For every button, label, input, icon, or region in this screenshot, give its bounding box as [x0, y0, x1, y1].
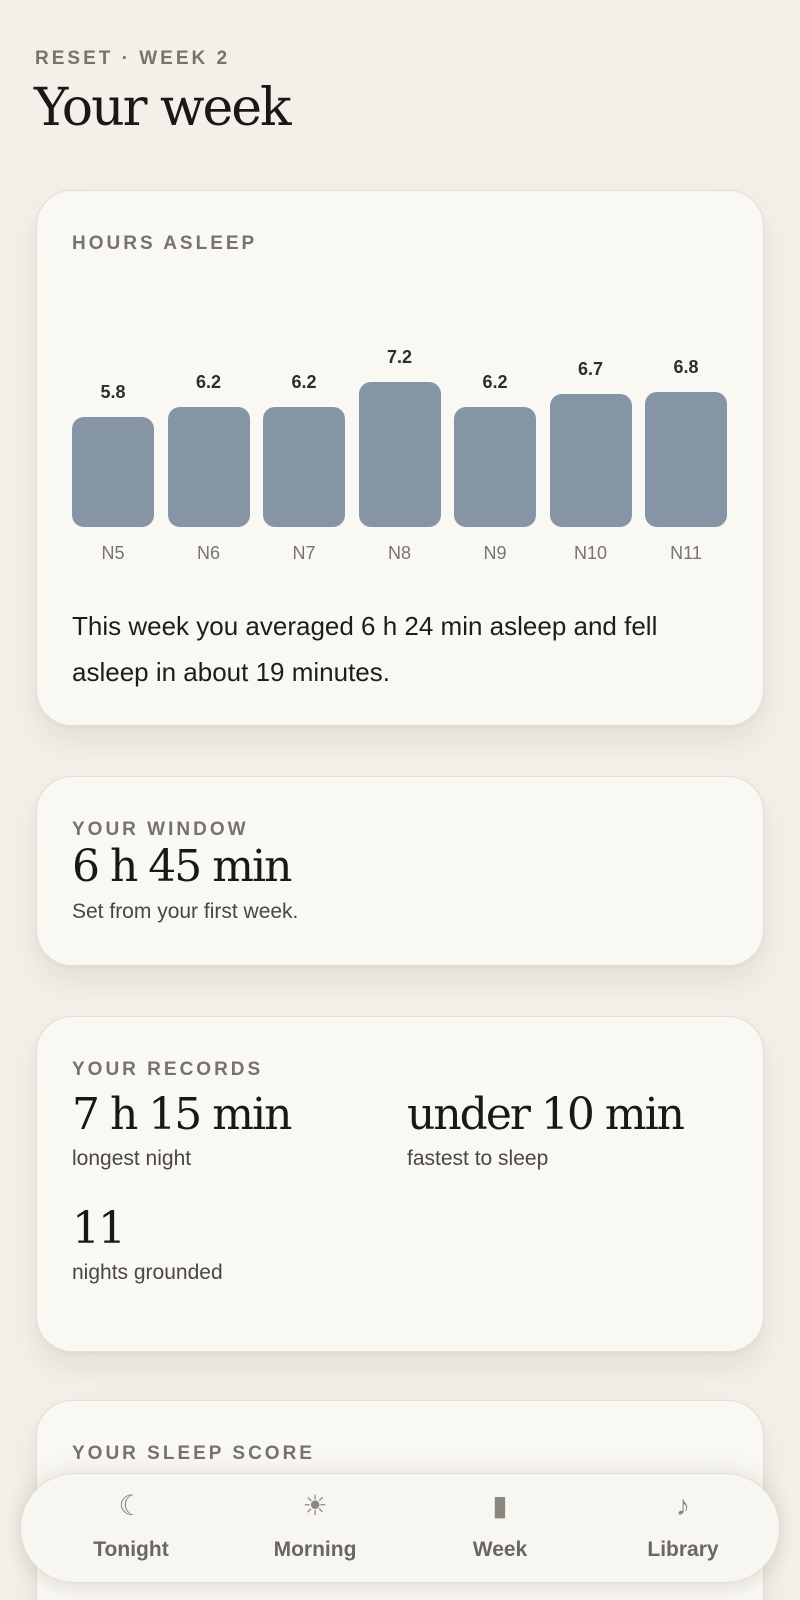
chart-value-label-n6: 6.2: [195, 372, 222, 393]
records-card: YOUR RECORDS 7 h 15 min longest night un…: [36, 1016, 764, 1352]
chart-tick-label-n8: N8: [387, 543, 411, 563]
nav-morning[interactable]: ☀ Morning: [223, 1474, 407, 1584]
hours-asleep-card: HOURS ASLEEP 5.8 N5 6.2 N6 6.2 N7 7.2 N8 6.2 N9 6.…: [36, 190, 764, 726]
nav-week-label: Week: [472, 1538, 528, 1561]
chart-value-label-n7: 6.2: [291, 372, 317, 393]
chart-tick-label-n5: N5: [101, 543, 125, 563]
nav-library[interactable]: ♪ Library: [591, 1474, 775, 1584]
chart-bar-n6: [167, 407, 250, 527]
page-title: Your week: [34, 78, 292, 138]
chart-value-label-n10: 6.7: [577, 359, 604, 380]
music-note-icon: ♪: [676, 1490, 690, 1521]
sleep-score-label: YOUR SLEEP SCORE: [72, 1443, 315, 1464]
nav-morning-label: Morning: [273, 1538, 357, 1561]
bottom-nav: ☾ Tonight ☀ Morning ▮ Week ♪ Library: [20, 1473, 780, 1583]
chart-bar-n9: [454, 407, 536, 527]
nav-library-label: Library: [647, 1538, 719, 1561]
week-screen: RESET · WEEK 2 Your week HOURS ASLEEP 5.…: [0, 0, 800, 1600]
chart-value-label-n5: 5.8: [100, 382, 126, 403]
chart-bar-n11: [645, 391, 727, 527]
sun-icon: ☀: [302, 1490, 328, 1521]
program-eyebrow: RESET · WEEK 2: [35, 48, 231, 69]
chart-bar-n7: [263, 407, 345, 527]
chart-tick-label-n9: N9: [483, 543, 507, 563]
nav-week[interactable]: ▮ Week: [408, 1474, 592, 1584]
chart-tick-label-n10: N10: [573, 543, 608, 563]
week-summary: This week you averaged 6 h 24 min asleep…: [72, 611, 658, 687]
hours-asleep-chart: 5.8 N5 6.2 N6 6.2 N7 7.2 N8 6.2 N9 6.7 N10 6.8 N11: [37, 191, 765, 591]
nav-tonight[interactable]: ☾ Tonight: [39, 1474, 223, 1584]
sleep-window-card: YOUR WINDOW 6 h 45 min Set from your fir…: [36, 776, 764, 966]
records-label: YOUR RECORDS: [72, 1059, 264, 1080]
chart-tick-label-n11: N11: [670, 543, 702, 563]
nav-tonight-label: Tonight: [93, 1538, 169, 1561]
record-fastest-sleep-caption: fastest to sleep: [407, 1147, 549, 1170]
chart-value-label-n9: 6.2: [482, 372, 508, 393]
record-nights-grounded-value: 11: [72, 1203, 126, 1254]
chart-bar-n10: [549, 394, 632, 527]
bar-icon: ▮: [492, 1490, 508, 1521]
record-longest-night-caption: longest night: [72, 1147, 192, 1170]
chart-value-label-n8: 7.2: [386, 346, 413, 367]
chart-tick-label-n7: N7: [292, 543, 316, 563]
record-nights-grounded-caption: nights grounded: [72, 1261, 223, 1284]
chart-bar-n5: [72, 417, 154, 527]
chart-value-label-n11: 6.8: [673, 356, 699, 377]
record-fastest-sleep-value: under 10 min: [407, 1089, 685, 1140]
chart-tick-label-n6: N6: [196, 543, 220, 563]
record-longest-night-value: 7 h 15 min: [72, 1089, 292, 1140]
chart-bar-n8: [358, 381, 441, 527]
sleep-window-value: 6 h 45 min: [72, 841, 292, 892]
sleep-window-label: YOUR WINDOW: [72, 819, 249, 840]
moon-icon: ☾: [118, 1490, 144, 1521]
sleep-window-note: Set from your first week.: [72, 900, 299, 923]
